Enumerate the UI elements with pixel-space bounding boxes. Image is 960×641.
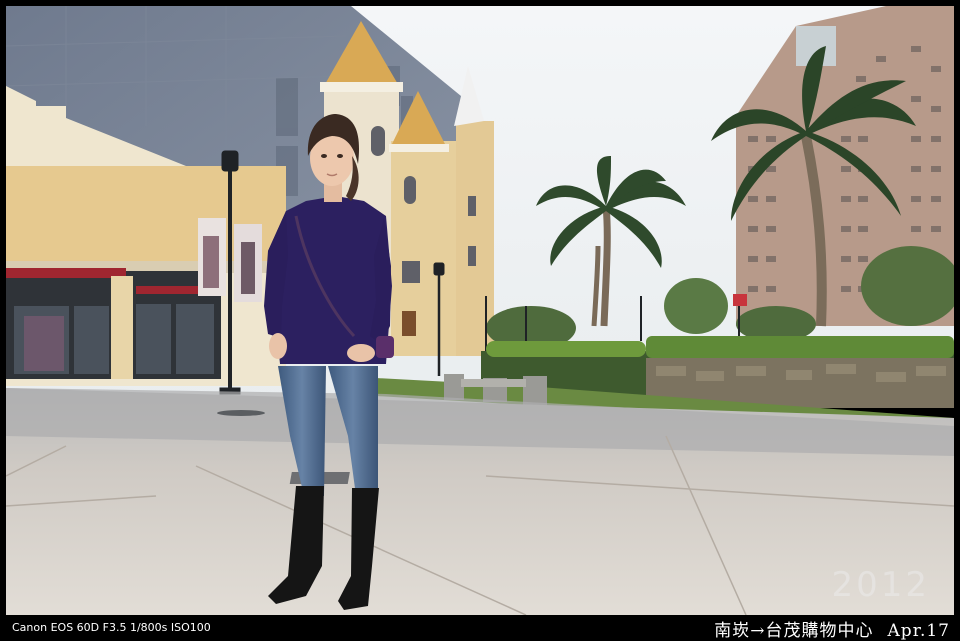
scene <box>6 6 954 615</box>
year-watermark: 2012 <box>831 565 930 605</box>
photograph: 2012 <box>6 6 954 615</box>
exif-info: Canon EOS 60D F3.5 1/800s ISO100 <box>12 621 211 634</box>
caption-bar: Canon EOS 60D F3.5 1/800s ISO100 南崁→台茂購物… <box>0 615 960 641</box>
caption-location: 南崁→台茂購物中心 <box>714 621 874 641</box>
photo-caption: 南崁→台茂購物中心 Apr.17 <box>700 616 950 641</box>
caption-date: Apr.17 <box>887 621 950 641</box>
photo-frame: 2012 Canon EOS 60D F3.5 1/800s ISO100 南崁… <box>0 0 960 641</box>
manhole-cover <box>217 410 265 416</box>
